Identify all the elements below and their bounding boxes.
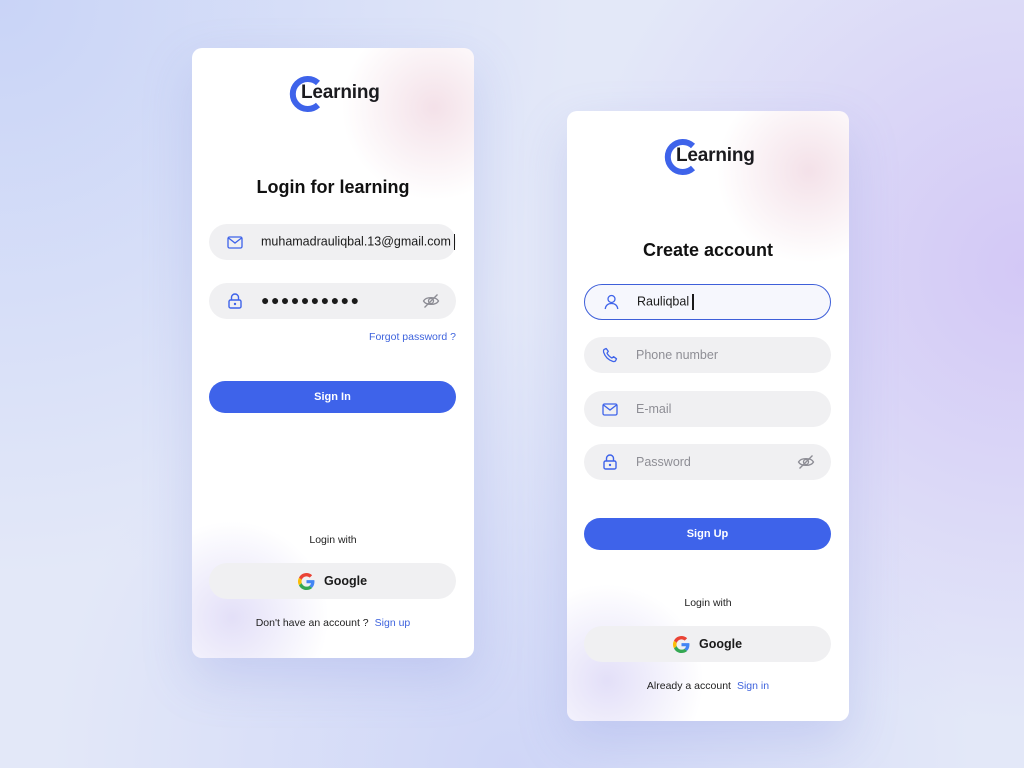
google-label: Google [323,574,368,588]
password-value: ●●●●●●●●●● [261,292,361,308]
sign-up-link[interactable]: Sign up [375,617,411,629]
name-value: Rauliqbal [637,294,690,309]
page-title: Create account [642,240,774,260]
footer-text: Don't have an account ? Sign up [192,617,474,629]
phone-field[interactable]: Phone number [584,337,831,373]
footer-question: Don't have an account ? [255,617,369,629]
logo: Learning [567,135,849,179]
footer-text: Already a account Sign in [567,680,849,692]
password-field[interactable]: ●●●●●●●●●● [209,283,456,319]
signup-card: Learning Create account Rauliqbal Phone … [567,111,849,721]
mail-icon [226,233,244,251]
google-label: Google [698,637,743,651]
password-field[interactable]: Password [584,444,831,480]
name-field[interactable]: Rauliqbal [584,284,831,320]
login-with-label: Login with [684,597,732,609]
eye-off-icon[interactable] [797,453,815,471]
sign-in-button[interactable]: Sign In [209,381,456,413]
text-caret [453,234,456,250]
login-card: Learning Login for learning muhamadrauli… [192,48,474,658]
phone-icon [601,346,619,364]
password-placeholder: Password [636,455,691,469]
phone-placeholder: Phone number [636,348,719,362]
user-icon [602,293,620,311]
logo-text: Learning [676,145,755,166]
google-login-button[interactable]: Google [584,626,831,662]
email-field[interactable]: muhamadrauliqbal.13@gmail.com [209,224,456,260]
google-icon [672,635,690,653]
lock-icon [601,453,619,471]
google-login-button[interactable]: Google [209,563,456,599]
lock-icon [226,292,244,310]
sign-in-link[interactable]: Sign in [737,680,769,692]
forgot-password-link[interactable]: Forgot password ? [369,331,456,343]
email-field[interactable]: E-mail [584,391,831,427]
page-title: Login for learning [256,177,410,197]
text-caret [692,294,694,310]
footer-question: Already a account [646,680,731,692]
email-value: muhamadrauliqbal.13@gmail.com [261,234,451,249]
logo-text: Learning [301,82,380,103]
eye-off-icon[interactable] [422,292,440,310]
email-placeholder: E-mail [636,402,672,416]
logo: Learning [192,72,474,116]
login-with-label: Login with [309,534,357,546]
mail-icon [601,400,619,418]
google-icon [297,572,315,590]
sign-up-button[interactable]: Sign Up [584,518,831,550]
